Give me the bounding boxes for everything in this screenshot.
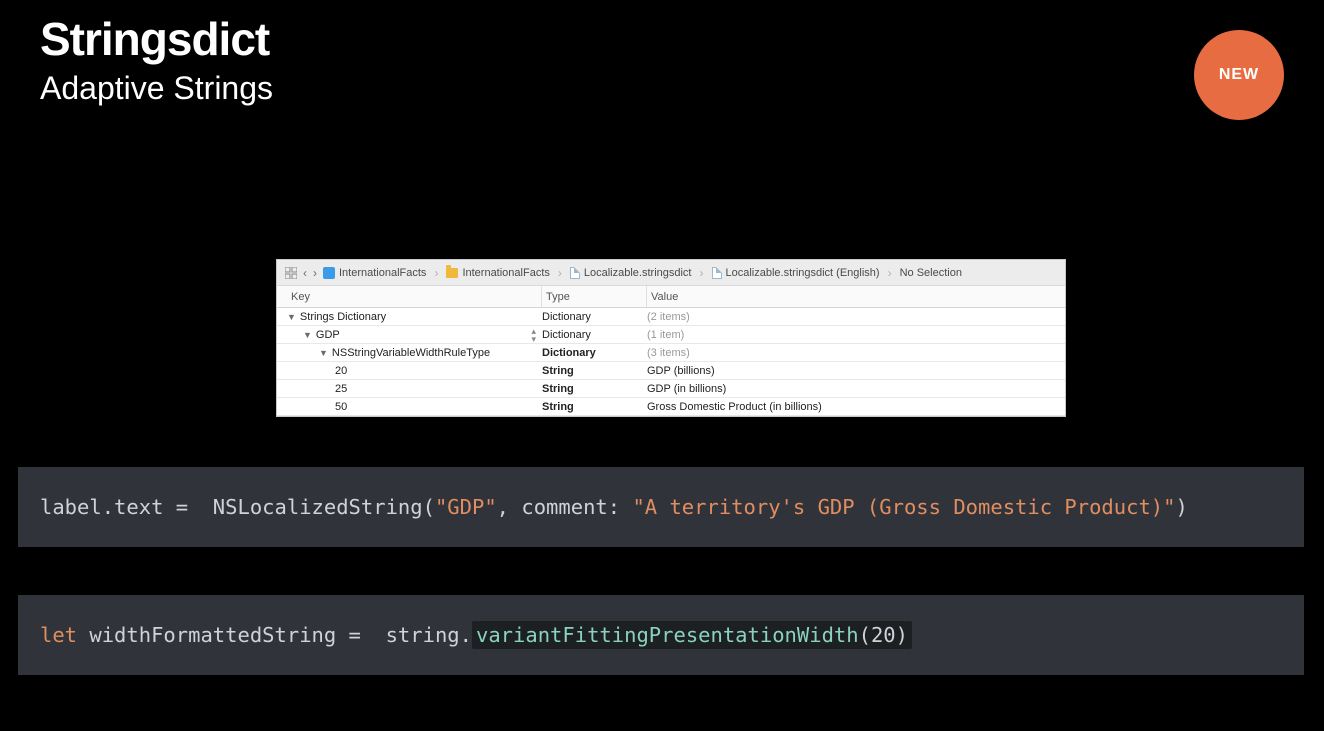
code-highlight: variantFittingPresentationWidth(20) — [472, 621, 912, 649]
code-token: widthFormattedString = — [77, 623, 373, 647]
code-token: , comment: — [497, 495, 633, 519]
plist-row[interactable]: ▼ GDP ▴▾ Dictionary(1 item) — [277, 326, 1065, 344]
breadcrumb-label: InternationalFacts — [339, 267, 426, 279]
code-token: ) — [896, 623, 908, 647]
disclosure-triangle-icon[interactable]: ▼ — [319, 348, 328, 358]
plist-type[interactable]: Dictionary — [542, 329, 647, 341]
plist-key[interactable]: 25 — [287, 383, 542, 395]
code-token: ( — [859, 623, 871, 647]
breadcrumb-selection: No Selection — [900, 267, 962, 279]
plist-type[interactable]: String — [542, 383, 647, 395]
plist-key-label: 20 — [335, 365, 347, 377]
breadcrumb-bar: ‹ › InternationalFacts › InternationalFa… — [277, 260, 1065, 286]
chevron-right-icon: › — [432, 266, 440, 280]
col-key[interactable]: Key — [287, 286, 542, 307]
plist-editor: ‹ › InternationalFacts › InternationalFa… — [276, 259, 1066, 417]
disclosure-triangle-icon[interactable]: ▼ — [303, 330, 312, 340]
col-value[interactable]: Value — [647, 286, 1065, 307]
page-title: Stringsdict — [40, 12, 269, 66]
plist-row[interactable]: 20 StringGDP (billions) — [277, 362, 1065, 380]
code-block-2: let widthFormattedString = string.varian… — [18, 595, 1304, 675]
plist-key-label: GDP — [316, 329, 340, 341]
plist-row[interactable]: 50 StringGross Domestic Product (in billi… — [277, 398, 1065, 416]
stepper-icon[interactable]: ▴▾ — [531, 327, 536, 343]
plist-type[interactable]: Dictionary — [542, 311, 647, 323]
code-string: "GDP" — [435, 495, 497, 519]
disclosure-triangle-icon[interactable]: ▼ — [287, 312, 296, 322]
code-block-1: label.text = NSLocalizedString("GDP", co… — [18, 467, 1304, 547]
code-method: variantFittingPresentationWidth — [476, 623, 859, 647]
breadcrumb-folder[interactable]: InternationalFacts — [446, 267, 549, 279]
plist-row[interactable]: 25 StringGDP (in billions) — [277, 380, 1065, 398]
plist-value[interactable]: (1 item) — [647, 329, 1065, 341]
code-keyword: let — [40, 623, 77, 647]
plist-value[interactable]: GDP (billions) — [647, 365, 1065, 377]
plist-value[interactable]: Gross Domestic Product (in billions) — [647, 401, 1065, 413]
plist-value[interactable]: (2 items) — [647, 311, 1065, 323]
code-token: string. — [373, 623, 472, 647]
breadcrumb-file[interactable]: Localizable.stringsdict — [570, 267, 692, 279]
breadcrumb-label: No Selection — [900, 267, 962, 279]
plist-key[interactable]: ▼ NSStringVariableWidthRuleType — [287, 347, 542, 359]
plist-key-label: NSStringVariableWidthRuleType — [332, 347, 490, 359]
plist-type[interactable]: Dictionary — [542, 347, 647, 359]
chevron-right-icon: › — [556, 266, 564, 280]
code-token: ) — [1176, 495, 1188, 519]
plist-key[interactable]: ▼ Strings Dictionary — [287, 311, 542, 323]
plist-key-label: 50 — [335, 401, 347, 413]
grid-icon[interactable] — [285, 267, 297, 279]
plist-key[interactable]: ▼ GDP ▴▾ — [287, 329, 542, 341]
plist-key-label: 25 — [335, 383, 347, 395]
project-icon — [323, 267, 335, 279]
chevron-right-icon: › — [886, 266, 894, 280]
code-token: NSLocalizedString( — [200, 495, 435, 519]
plist-column-headers: Key Type Value — [277, 286, 1065, 308]
file-icon — [712, 267, 722, 279]
breadcrumb-label: Localizable.stringsdict (English) — [726, 267, 880, 279]
plist-type[interactable]: String — [542, 401, 647, 413]
col-type[interactable]: Type — [542, 286, 647, 307]
plist-type[interactable]: String — [542, 365, 647, 377]
plist-row[interactable]: ▼ NSStringVariableWidthRuleType Dictionary… — [277, 344, 1065, 362]
code-arg: 20 — [871, 623, 896, 647]
nav-forward-icon[interactable]: › — [313, 266, 317, 280]
new-badge: NEW — [1194, 30, 1284, 120]
nav-back-icon[interactable]: ‹ — [303, 266, 307, 280]
breadcrumb-label: Localizable.stringsdict — [584, 267, 692, 279]
plist-row[interactable]: ▼ Strings Dictionary Dictionary(2 items) — [277, 308, 1065, 326]
code-string: "A territory's GDP (Gross Domestic Produ… — [632, 495, 1175, 519]
page-subtitle: Adaptive Strings — [40, 70, 273, 107]
breadcrumb-project[interactable]: InternationalFacts — [323, 267, 426, 279]
code-token: label.text = — [40, 495, 200, 519]
plist-value[interactable]: GDP (in billions) — [647, 383, 1065, 395]
breadcrumb-locale[interactable]: Localizable.stringsdict (English) — [712, 267, 880, 279]
chevron-right-icon: › — [698, 266, 706, 280]
plist-key[interactable]: 20 — [287, 365, 542, 377]
plist-key-label: Strings Dictionary — [300, 311, 386, 323]
plist-body: ▼Strings DictionaryDictionary(2 items)▼G… — [277, 308, 1065, 416]
folder-icon — [446, 268, 458, 278]
plist-key[interactable]: 50 — [287, 401, 542, 413]
plist-value[interactable]: (3 items) — [647, 347, 1065, 359]
file-icon — [570, 267, 580, 279]
breadcrumb-label: InternationalFacts — [462, 267, 549, 279]
